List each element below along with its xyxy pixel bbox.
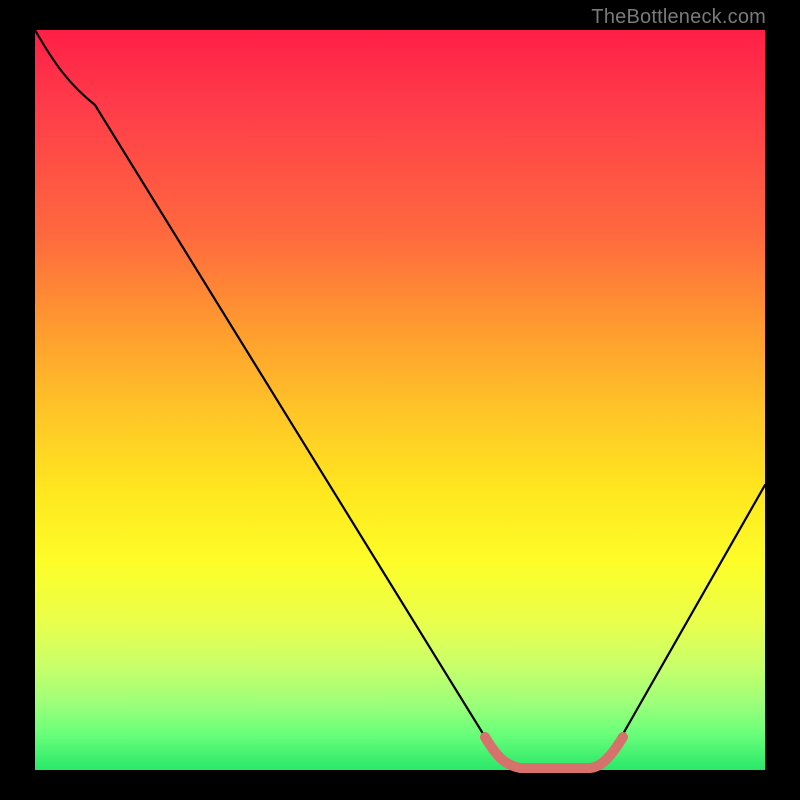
curve-layer bbox=[35, 30, 765, 770]
optimal-range-highlight bbox=[485, 737, 623, 768]
chart-frame: TheBottleneck.com bbox=[0, 0, 800, 800]
bottleneck-curve bbox=[35, 30, 765, 768]
watermark-label: TheBottleneck.com bbox=[591, 6, 766, 29]
plot-area bbox=[35, 30, 765, 770]
